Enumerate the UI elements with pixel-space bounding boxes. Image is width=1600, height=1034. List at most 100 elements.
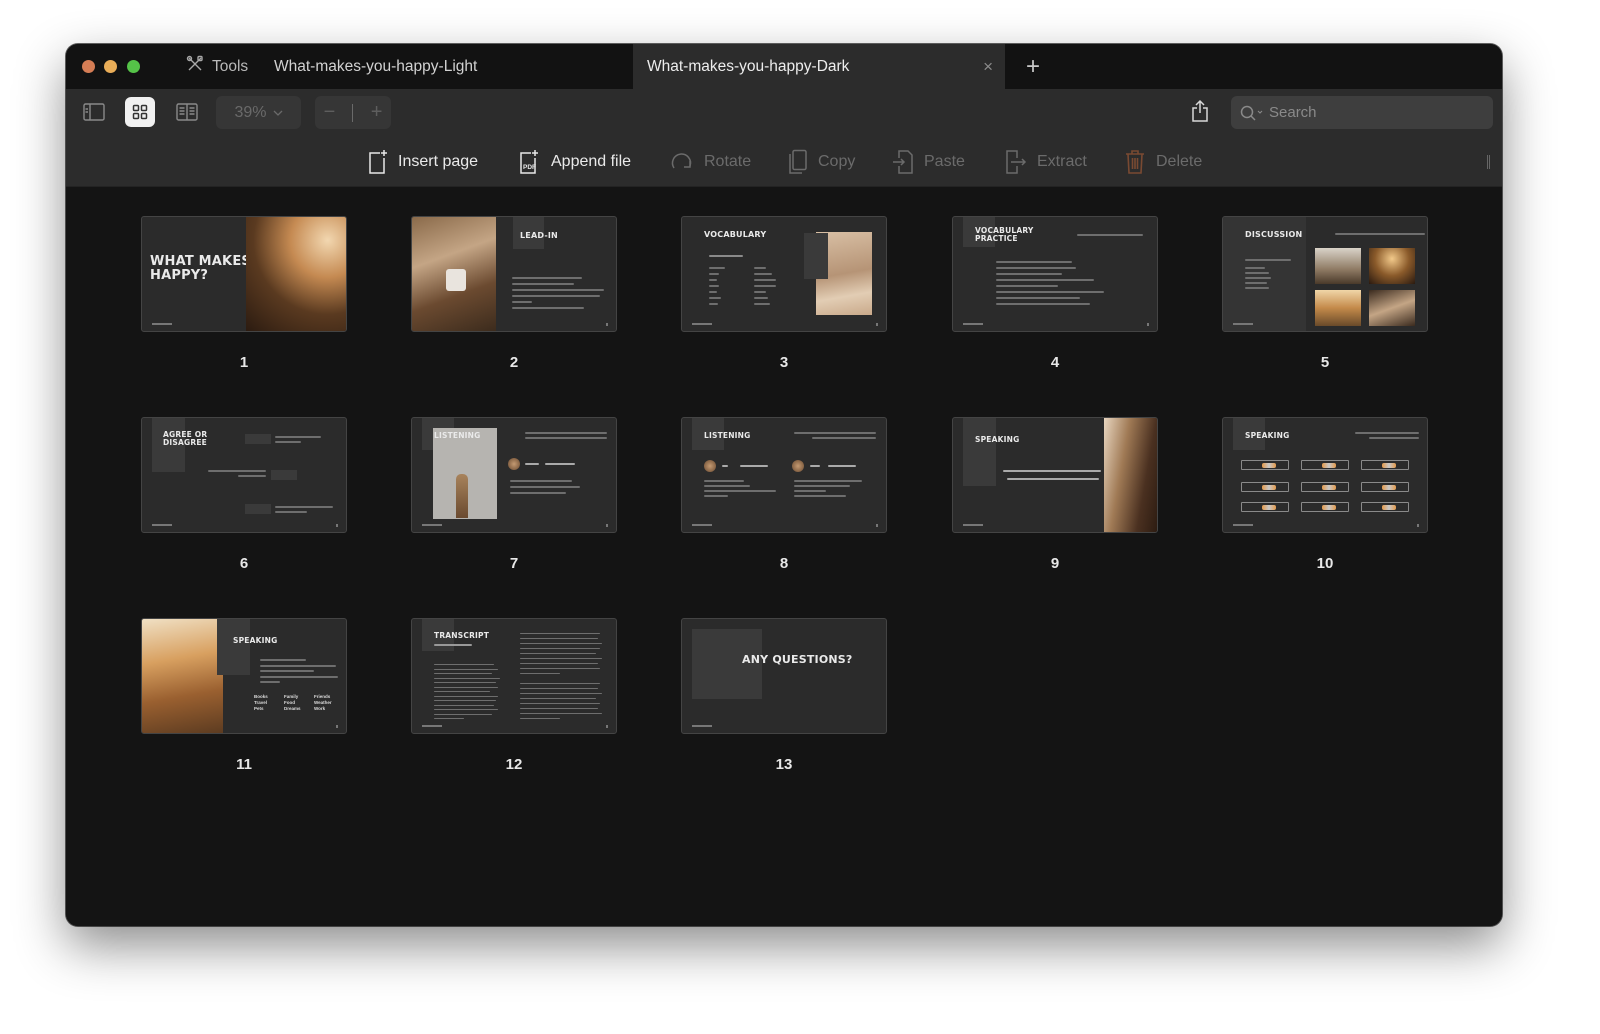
page-number: 13: [775, 756, 793, 773]
page-thumbnail[interactable]: DISCUSSION 5: [1222, 216, 1428, 371]
tab-document-dark[interactable]: What-makes-you-happy-Dark ×: [633, 44, 1005, 89]
page-thumbnail[interactable]: LISTENING 7: [411, 417, 617, 572]
slide-title: DISCUSSION: [1245, 230, 1303, 239]
slide-preview[interactable]: LISTENING: [411, 417, 617, 533]
page-thumbnail[interactable]: LISTENING 8: [681, 417, 887, 572]
copy-button[interactable]: Copy: [788, 149, 855, 175]
slide-preview[interactable]: AGREE OR DISAGREE: [141, 417, 347, 533]
search-input[interactable]: [1269, 104, 1479, 121]
page-number: 1: [239, 354, 249, 371]
text-line: [520, 683, 600, 685]
slide-title: SPEAKING: [975, 435, 1020, 444]
close-tab-icon[interactable]: ×: [983, 57, 993, 77]
two-page-view-button[interactable]: [172, 97, 202, 127]
speaker-avatar: [508, 458, 520, 470]
text-line: [520, 713, 602, 715]
page-thumbnail[interactable]: SPEAKING 9: [952, 417, 1158, 572]
paste-button[interactable]: Paste: [892, 149, 965, 175]
zoom-level-dropdown[interactable]: 39%: [216, 96, 301, 129]
page-thumbnail[interactable]: SPEAKING Books Family Friends Travel Food Wea…: [141, 618, 347, 773]
text-line: [520, 643, 602, 645]
text-line: [1355, 432, 1419, 434]
slide-preview[interactable]: TRANSCRIPT: [411, 618, 617, 734]
topic-label: Books: [254, 694, 268, 699]
text-line: [275, 436, 321, 438]
text-line: [520, 658, 602, 660]
slide-footer: [1233, 524, 1253, 526]
text-line: [434, 709, 498, 711]
text-line: [260, 670, 314, 672]
search-field[interactable]: [1231, 96, 1493, 129]
text-line: [525, 432, 607, 434]
window-close-button[interactable]: [82, 60, 95, 73]
text-line: [434, 713, 492, 715]
slide-preview[interactable]: SPEAKING: [952, 417, 1158, 533]
paste-label: Paste: [924, 153, 965, 170]
window-minimize-button[interactable]: [104, 60, 117, 73]
page-thumbnail[interactable]: WHAT MAKES YOU HAPPY? 1: [141, 216, 347, 371]
slide-preview[interactable]: ANY QUESTIONS?: [681, 618, 887, 734]
slide-preview[interactable]: DISCUSSION: [1222, 216, 1428, 332]
append-file-button[interactable]: PDF Append file: [519, 149, 631, 175]
zoom-out-button[interactable]: −: [324, 101, 336, 124]
slide-preview[interactable]: LEAD-IN: [411, 216, 617, 332]
text-line: [434, 695, 498, 697]
text-line: [520, 673, 560, 675]
new-tab-button[interactable]: +: [1026, 53, 1040, 81]
zoom-in-button[interactable]: +: [371, 101, 383, 124]
rotate-button[interactable]: Rotate: [670, 149, 751, 175]
extract-button[interactable]: Extract: [1003, 149, 1087, 175]
window-maximize-button[interactable]: [127, 60, 140, 73]
insert-page-button[interactable]: Insert page: [368, 149, 478, 175]
slide-preview[interactable]: VOCABULARY: [681, 216, 887, 332]
slide-title: SPEAKING: [1245, 431, 1290, 440]
slide-page-marker: [336, 524, 338, 527]
emoji-box: [1301, 460, 1349, 470]
grid-view-button[interactable]: [125, 97, 155, 127]
page-thumbnail[interactable]: ANY QUESTIONS? 13: [681, 618, 887, 773]
page-thumbnail[interactable]: VOCABULARY PRACTICE 4: [952, 216, 1158, 371]
page-thumbnail[interactable]: LEAD-IN 2: [411, 216, 617, 371]
text-line: [709, 279, 717, 281]
subtitle-line: [1077, 234, 1143, 236]
slide-preview[interactable]: SPEAKING: [1222, 417, 1428, 533]
slide-title: LISTENING: [434, 431, 481, 440]
text-line: [434, 718, 464, 720]
sidebar-toggle-button[interactable]: [79, 97, 109, 127]
slide-title: ANY QUESTIONS?: [742, 653, 853, 666]
page-thumbnail[interactable]: AGREE OR DISAGREE 6: [141, 417, 347, 572]
page-thumbnail[interactable]: TRANSCRIPT 12: [411, 618, 617, 773]
tools-icon: [186, 55, 204, 78]
text-line: [709, 285, 719, 287]
slide-footer: [692, 524, 712, 526]
extract-label: Extract: [1037, 153, 1087, 170]
text-line: [512, 295, 600, 297]
paste-icon: [893, 150, 913, 174]
play-audio-line: [740, 465, 768, 467]
text-line: [996, 297, 1080, 299]
slide-preview[interactable]: SPEAKING Books Family Friends Travel Food Wea…: [141, 618, 347, 734]
slide-title: LEAD-IN: [520, 231, 558, 240]
text-line: [434, 686, 498, 688]
tab-bar: Tools What-makes-you-happy-Light What-ma…: [66, 44, 1502, 89]
page-number: 8: [779, 555, 789, 572]
subtitle-line: [434, 644, 472, 646]
text-line: [434, 700, 496, 702]
emoji-icon: [1322, 463, 1336, 468]
delete-button[interactable]: Delete: [1124, 149, 1202, 175]
text-line: [794, 480, 862, 482]
toolbar-resize-handle[interactable]: [1487, 155, 1490, 169]
tab-tools[interactable]: Tools: [186, 44, 248, 89]
slide-preview[interactable]: WHAT MAKES YOU HAPPY?: [141, 216, 347, 332]
slide-preview[interactable]: VOCABULARY PRACTICE: [952, 216, 1158, 332]
slide-preview[interactable]: LISTENING: [681, 417, 887, 533]
topic-label: Dreams: [284, 706, 301, 711]
text-line: [260, 676, 338, 678]
answer-box: [271, 470, 297, 480]
share-button[interactable]: [1191, 99, 1215, 127]
text-line: [434, 691, 490, 693]
page-thumbnail[interactable]: VOCABULARY 3: [681, 216, 887, 371]
page-thumbnail[interactable]: SPEAKING 10: [1222, 417, 1428, 572]
topic-label: Weather: [314, 700, 332, 705]
tab-document-light[interactable]: What-makes-you-happy-Light: [274, 44, 632, 89]
